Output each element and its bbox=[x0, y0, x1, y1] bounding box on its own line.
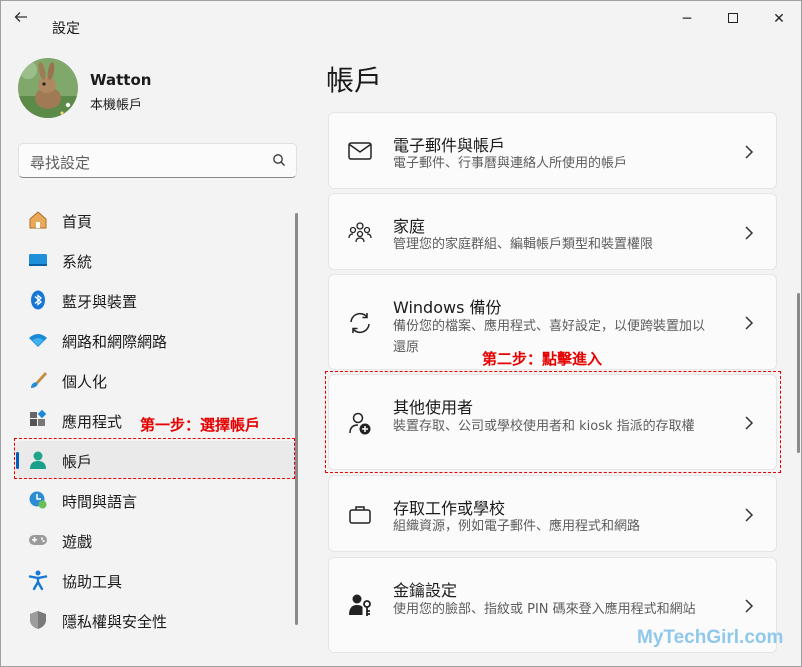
sidebar-item-home[interactable]: 首頁 bbox=[15, 201, 297, 239]
sync-icon bbox=[350, 312, 370, 334]
sidebar-item-label: 應用程式 bbox=[62, 413, 123, 431]
sidebar-scrollbar[interactable] bbox=[295, 213, 298, 625]
avatar bbox=[18, 58, 78, 118]
monitor-icon bbox=[29, 254, 47, 266]
sidebar-item-label: 首頁 bbox=[62, 213, 93, 231]
sidebar-item-label: 協助工具 bbox=[62, 573, 123, 591]
card-title: 金鑰設定 bbox=[393, 581, 458, 600]
clock-globe-icon bbox=[29, 491, 47, 509]
sidebar-item-privacy[interactable]: 隱私權與安全性 bbox=[15, 601, 297, 639]
chevron-right-icon bbox=[745, 316, 754, 330]
annotation-highlight-other-users bbox=[325, 371, 781, 473]
mail-icon bbox=[348, 142, 372, 160]
back-button[interactable] bbox=[13, 9, 37, 29]
sidebar-item-label: 藍牙與裝置 bbox=[62, 293, 138, 311]
sidebar-item-label: 系統 bbox=[62, 253, 93, 271]
sidebar-item-label: 網路和網際網路 bbox=[62, 333, 168, 351]
chevron-right-icon bbox=[745, 599, 754, 613]
sidebar-item-system[interactable]: 系統 bbox=[15, 241, 297, 279]
card-email-accounts[interactable]: 電子郵件與帳戶 電子郵件、行事曆與連絡人所使用的帳戶 bbox=[328, 112, 777, 189]
sidebar-item-label: 隱私權與安全性 bbox=[62, 613, 168, 631]
card-family[interactable]: 家庭 管理您的家庭群組、編輯帳戶類型和裝置權限 bbox=[328, 193, 777, 270]
chevron-right-icon bbox=[745, 226, 754, 240]
sidebar-item-personalization[interactable]: 個人化 bbox=[15, 361, 297, 399]
sidebar-item-label: 個人化 bbox=[62, 373, 108, 391]
apps-icon bbox=[30, 409, 47, 426]
brush-icon bbox=[31, 372, 47, 388]
card-access-work-school[interactable]: 存取工作或學校 組織資源，例如電子郵件、應用程式和網路 bbox=[328, 475, 777, 552]
accessibility-icon bbox=[28, 570, 48, 591]
sidebar-item-time-language[interactable]: 時間與語言 bbox=[15, 481, 297, 519]
briefcase-icon bbox=[349, 506, 371, 524]
chevron-right-icon bbox=[745, 145, 754, 159]
person-key-icon bbox=[349, 594, 371, 616]
shield-icon bbox=[30, 611, 46, 629]
sidebar-item-label: 遊戲 bbox=[62, 533, 93, 551]
search-input[interactable]: 尋找設定 bbox=[30, 152, 90, 173]
card-desc: 組織資源，例如電子郵件、應用程式和網路 bbox=[393, 519, 641, 534]
close-button[interactable]: ✕ bbox=[761, 7, 797, 31]
card-desc: 管理您的家庭群組、編輯帳戶類型和裝置權限 bbox=[393, 237, 654, 252]
page-title: 帳戶 bbox=[326, 64, 383, 97]
annotation-step2: 第二步：點擊進入 bbox=[482, 350, 603, 368]
user-name: Watton bbox=[90, 71, 152, 89]
card-title: Windows 備份 bbox=[393, 298, 502, 317]
annotation-highlight-accounts bbox=[14, 438, 295, 479]
watermark: MyTechGirl.com bbox=[637, 627, 784, 648]
main-scrollbar[interactable] bbox=[797, 293, 800, 453]
sidebar-item-bluetooth[interactable]: 藍牙與裝置 bbox=[15, 281, 297, 319]
family-icon bbox=[348, 222, 372, 243]
home-icon bbox=[29, 211, 47, 229]
app-title: 設定 bbox=[52, 21, 80, 37]
sidebar-item-network[interactable]: 網路和網際網路 bbox=[15, 321, 297, 359]
gamepad-icon bbox=[29, 535, 47, 545]
sidebar-item-label: 時間與語言 bbox=[62, 493, 138, 511]
title-bar: 設定 ─ ✕ bbox=[1, 1, 801, 37]
annotation-step1: 第一步：選擇帳戶 bbox=[140, 416, 261, 434]
chevron-right-icon bbox=[745, 508, 754, 522]
minimize-button[interactable]: ─ bbox=[669, 7, 705, 31]
maximize-icon bbox=[728, 13, 738, 23]
back-arrow-icon bbox=[14, 12, 27, 22]
sidebar-item-gaming[interactable]: 遊戲 bbox=[15, 521, 297, 559]
card-desc: 電子郵件、行事曆與連絡人所使用的帳戶 bbox=[393, 156, 628, 171]
wifi-icon bbox=[29, 334, 47, 347]
search-box[interactable]: 尋找設定 bbox=[18, 143, 297, 178]
user-account-type: 本機帳戶 bbox=[90, 98, 143, 113]
bluetooth-icon bbox=[31, 290, 45, 310]
maximize-button[interactable] bbox=[715, 7, 751, 31]
card-desc: 使用您的臉部、指紋或 PIN 碼來登入應用程式和網站 bbox=[393, 602, 696, 617]
sidebar-item-accessibility[interactable]: 協助工具 bbox=[15, 561, 297, 599]
search-icon bbox=[273, 154, 285, 166]
